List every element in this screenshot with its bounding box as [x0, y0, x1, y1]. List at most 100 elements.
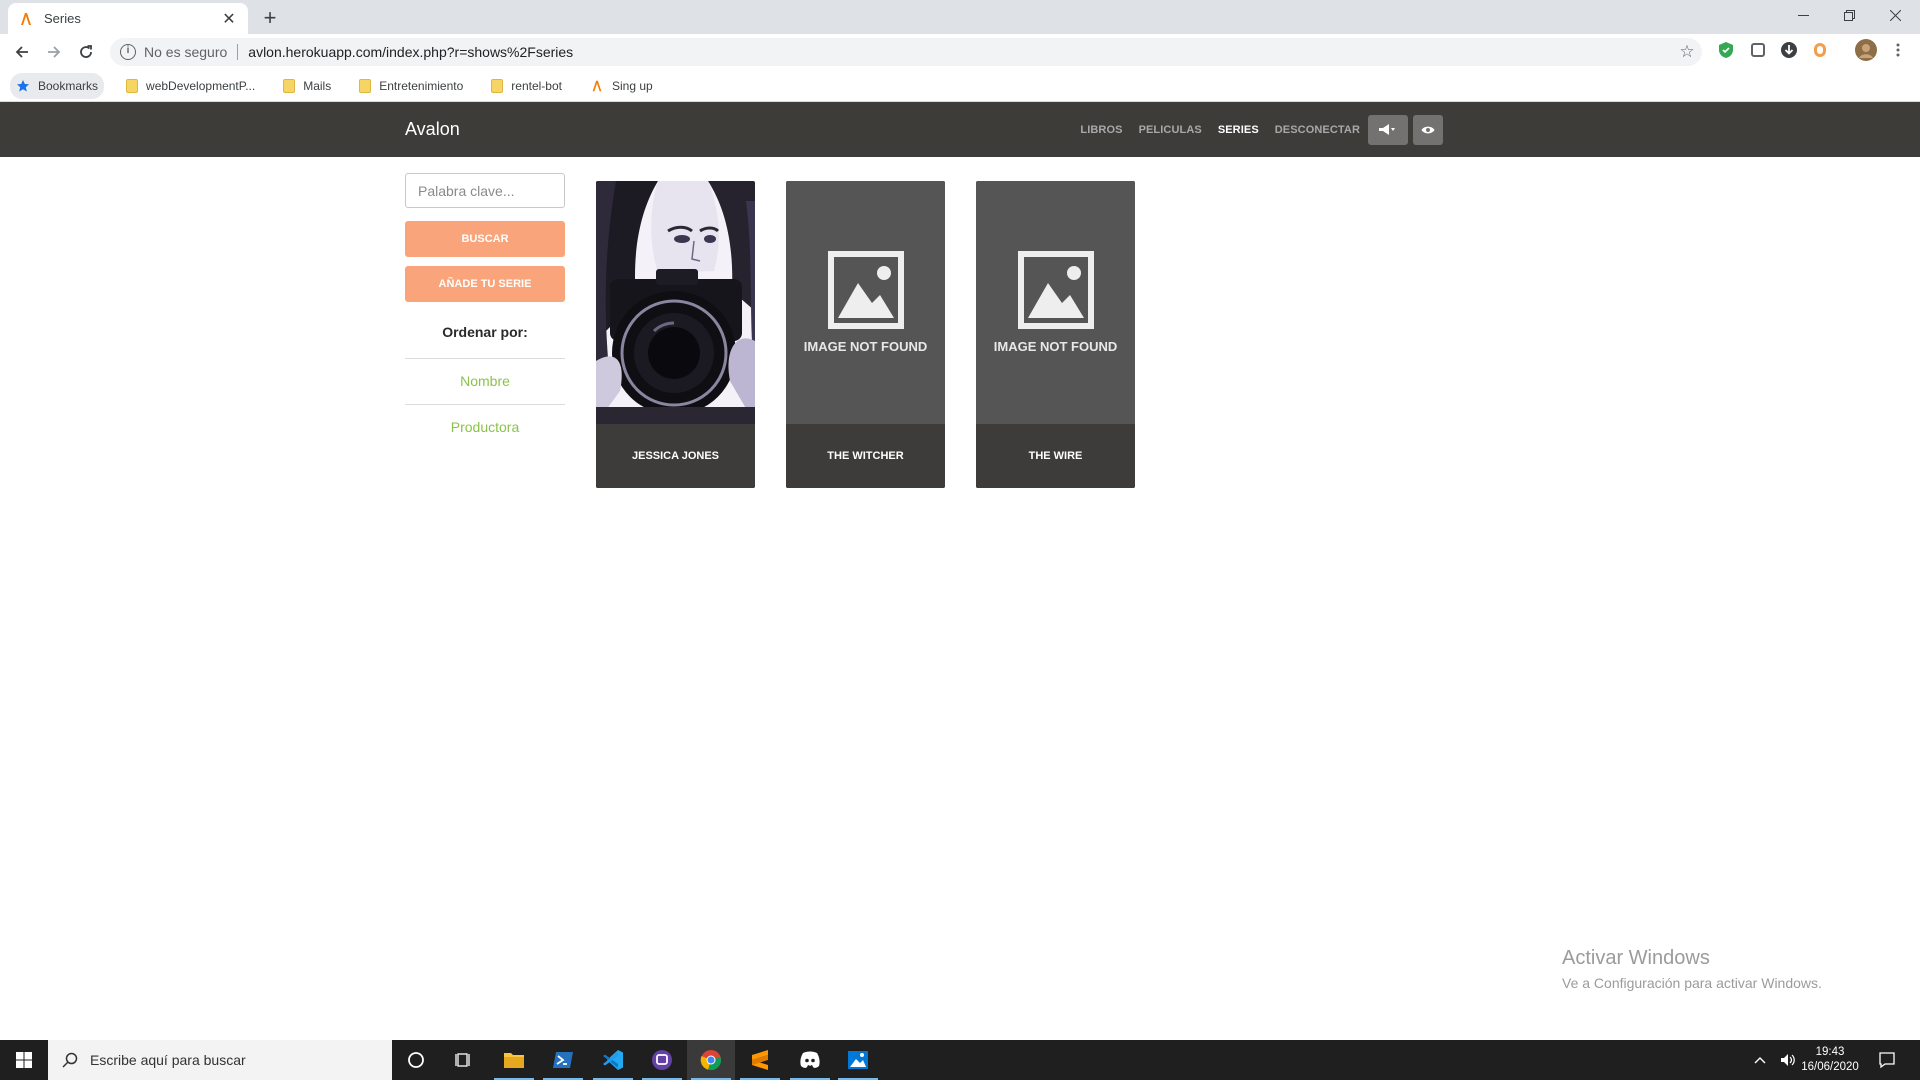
site-navbar: Avalon LIBROS PELICULAS SERIES DESCONECT…	[0, 102, 1920, 157]
taskbar-search-box[interactable]: Escribe aquí para buscar	[48, 1040, 392, 1080]
file-explorer-button[interactable]	[490, 1040, 538, 1080]
url-text[interactable]: avlon.herokuapp.com/index.php?r=shows%2F…	[248, 44, 1672, 60]
bookmark-webdevelopment[interactable]: webDevelopmentP...	[120, 73, 261, 99]
avalon-favicon-icon	[21, 12, 31, 25]
taskbar-clock[interactable]: 19:43 16/06/2020	[1790, 1045, 1870, 1075]
series-title[interactable]: JESSICA JONES	[596, 424, 755, 488]
app-circle-icon	[652, 1050, 672, 1070]
browser-tab-series[interactable]: Series ✕	[8, 3, 248, 34]
cortana-button[interactable]	[392, 1040, 440, 1080]
new-tab-button[interactable]: +	[256, 5, 284, 33]
chrome-menu-icon[interactable]	[1890, 42, 1906, 58]
series-card[interactable]: IMAGE NOT FOUND THE WITCHER	[786, 181, 945, 488]
image-not-found-label: IMAGE NOT FOUND	[803, 339, 928, 354]
download-extension-icon[interactable]	[1779, 40, 1799, 60]
bookmark-label: Entretenimiento	[379, 78, 464, 93]
order-by-nombre-link[interactable]: Nombre	[405, 359, 565, 404]
series-card[interactable]: JESSICA JONES	[596, 181, 755, 488]
announcement-dropdown-button[interactable]	[1368, 114, 1408, 145]
arrow-left-icon	[15, 46, 28, 58]
profile-avatar[interactable]	[1855, 39, 1877, 61]
order-by-heading: Ordenar por:	[442, 324, 528, 340]
order-by-productora-link[interactable]: Productora	[405, 405, 565, 450]
discord-button[interactable]	[786, 1040, 834, 1080]
search-icon	[62, 1052, 78, 1068]
nav-link-peliculas[interactable]: PELICULAS	[1139, 124, 1202, 136]
address-bar[interactable]: i No es seguro avlon.herokuapp.com/index…	[110, 38, 1702, 66]
reload-button[interactable]	[74, 40, 98, 64]
info-icon[interactable]: i	[120, 44, 136, 60]
tab-close-icon[interactable]: ✕	[220, 9, 238, 29]
nav-links: LIBROS PELICULAS SERIES DESCONECTAR	[1080, 102, 1443, 157]
folder-icon	[504, 1053, 524, 1068]
task-view-icon	[455, 1053, 470, 1067]
series-title[interactable]: THE WIRE	[976, 424, 1135, 488]
restore-icon[interactable]	[1826, 0, 1872, 30]
folder-icon	[491, 78, 504, 93]
series-card[interactable]: IMAGE NOT FOUND THE WIRE	[976, 181, 1135, 488]
visibility-toggle-button[interactable]	[1413, 114, 1443, 145]
bookmark-sing-up[interactable]: Sing up	[584, 73, 659, 99]
brand-logo[interactable]: Avalon	[405, 119, 460, 140]
back-button[interactable]	[10, 40, 34, 64]
eye-icon	[1421, 126, 1435, 133]
chevron-up-icon[interactable]	[1754, 1056, 1766, 1064]
megaphone-icon	[1379, 123, 1395, 135]
vscode-button[interactable]	[589, 1040, 637, 1080]
bookmark-label: rentel-bot	[511, 78, 562, 93]
nav-link-desconectar[interactable]: DESCONECTAR	[1275, 124, 1360, 136]
nav-link-series[interactable]: SERIES	[1218, 124, 1259, 136]
photos-button[interactable]	[834, 1040, 882, 1080]
bookmark-rentel-bot[interactable]: rentel-bot	[485, 73, 568, 99]
powershell-button[interactable]	[539, 1040, 587, 1080]
folder-icon	[126, 78, 139, 93]
star-icon	[17, 79, 29, 91]
minimize-icon[interactable]	[1780, 0, 1826, 30]
series-poster-image[interactable]: IMAGE NOT FOUND	[976, 181, 1135, 424]
cortana-icon	[408, 1052, 424, 1068]
task-view-button[interactable]	[440, 1040, 488, 1080]
forward-button[interactable]	[42, 40, 66, 64]
bookmark-label: Mails	[303, 78, 332, 93]
windows-logo-icon	[16, 1052, 32, 1068]
close-window-icon[interactable]	[1872, 0, 1918, 30]
series-poster-image[interactable]: IMAGE NOT FOUND	[786, 181, 945, 424]
bookmark-star-icon[interactable]: ☆	[1672, 42, 1702, 62]
series-poster-image[interactable]	[596, 181, 755, 424]
image-not-found-label: IMAGE NOT FOUND	[993, 339, 1118, 354]
windows-activation-watermark: Activar Windows Ve a Configuración para …	[1562, 947, 1822, 991]
notification-icon	[1879, 1052, 1895, 1069]
add-series-button[interactable]: AÑADE TU SERIE	[405, 266, 565, 302]
tab-title: Series	[44, 11, 81, 26]
image-placeholder-icon	[1017, 251, 1094, 329]
series-title[interactable]: THE WITCHER	[786, 424, 945, 488]
bookmark-label: webDevelopmentP...	[146, 78, 256, 93]
bookmark-mails[interactable]: Mails	[277, 73, 337, 99]
series-grid: JESSICA JONES IMAGE NOT FOUND THE WITCHE…	[596, 181, 1135, 488]
discord-icon	[800, 1051, 820, 1068]
bookmark-label: Sing up	[611, 78, 653, 93]
bookmark-bookmarks[interactable]: Bookmarks	[10, 72, 105, 99]
clock-date: 16/06/2020	[1801, 1061, 1859, 1073]
bookmark-entretenimiento[interactable]: Entretenimiento	[353, 73, 469, 99]
photos-icon	[848, 1051, 868, 1069]
arrow-right-icon	[48, 46, 61, 58]
sublime-text-button[interactable]	[736, 1040, 784, 1080]
shield-extension-icon[interactable]	[1716, 40, 1736, 60]
search-button[interactable]: BUSCAR	[405, 221, 565, 257]
nav-link-libros[interactable]: LIBROS	[1080, 124, 1122, 136]
powershell-icon	[553, 1052, 573, 1068]
folder-icon	[359, 78, 372, 93]
chrome-button[interactable]	[687, 1040, 735, 1080]
chrome-icon	[700, 1050, 721, 1071]
start-button[interactable]	[0, 1040, 48, 1080]
reload-icon	[80, 45, 92, 58]
keyword-search-input[interactable]	[405, 173, 565, 208]
vscode-icon	[603, 1050, 623, 1070]
extension-puzzle-icon[interactable]	[1748, 40, 1768, 60]
notifications-button[interactable]	[1862, 1040, 1912, 1080]
taskbar-search-placeholder: Escribe aquí para buscar	[90, 1052, 246, 1068]
honey-extension-icon[interactable]	[1810, 40, 1830, 60]
twitch-app-button[interactable]	[638, 1040, 686, 1080]
avalon-favicon-icon	[592, 80, 602, 91]
